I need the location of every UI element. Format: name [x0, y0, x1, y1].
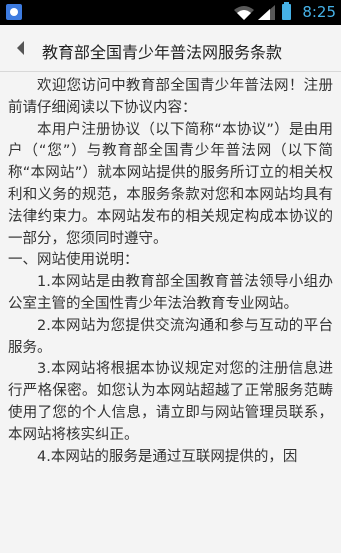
terms-item-1: 1.本网站是由教育部全国教育普法领导小组办公室主管的全国性青少年法治教育专业网站… [8, 274, 333, 312]
app-notification-icon [6, 4, 22, 20]
app-header: 教育部全国青少年普法网服务条款 [0, 25, 341, 72]
wifi-icon [233, 5, 255, 20]
terms-item-2: 2.本网站为您提供交流沟通和参与互动的平台服务。 [8, 317, 333, 356]
battery-icon [282, 2, 291, 20]
terms-item-3: 3.本网站将根据本协议规定对您的注册信息进行严格保密。如您认为本网站超越了正常服… [8, 361, 333, 443]
terms-content: 欢迎您访问中教育部全国青少年普法网！注册前请仔细阅读以下协议内容： 本用户注册协… [8, 76, 333, 468]
terms-paragraph-welcome: 欢迎您访问中教育部全国青少年普法网！注册前请仔细阅读以下协议内容： [8, 78, 333, 116]
page-title: 教育部全国青少年普法网服务条款 [42, 43, 283, 62]
section-heading: 一、网站使用说明： [8, 252, 139, 269]
back-arrow-icon[interactable] [10, 37, 30, 59]
status-time: 8:25 [302, 3, 336, 21]
status-bar: 8:25 [0, 0, 341, 25]
signal-icon [258, 5, 275, 20]
terms-paragraph-intro: 本用户注册协议（以下简称“本协议”）是由用户（“您”）与教育部全国青少年普法网（… [8, 121, 333, 247]
terms-item-4: 4.本网站的服务是通过互联网提供的，因 [37, 448, 298, 465]
